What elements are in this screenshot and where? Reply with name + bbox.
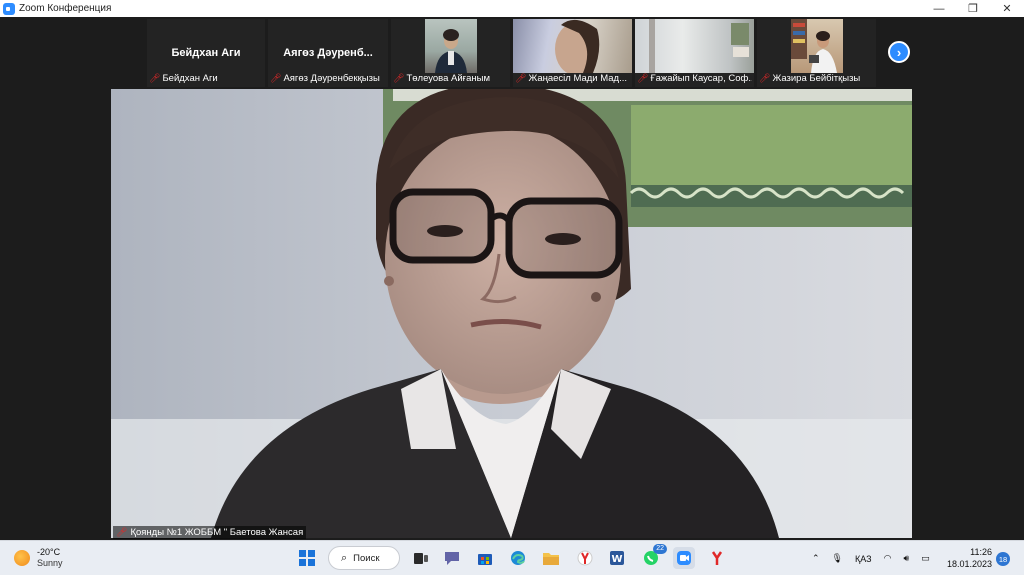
language-indicator[interactable]: ҚАЗ	[855, 554, 872, 564]
yandex-button[interactable]	[706, 547, 728, 569]
participant-tile[interactable]: 🎤︎ Ғажайып Каусар, Соф...	[635, 19, 754, 87]
battery-icon[interactable]: ▭	[921, 553, 930, 564]
folder-icon	[543, 553, 559, 565]
participant-label: 🎤︎ Бейдхан Аги	[149, 72, 263, 85]
start-button[interactable]	[296, 547, 318, 569]
windows-logo-icon	[299, 550, 315, 566]
weather-widget[interactable]: -20°C Sunny	[14, 547, 63, 569]
mic-muted-icon: 🎤︎	[116, 527, 128, 537]
active-speaker-video[interactable]	[111, 89, 912, 538]
edge-button[interactable]	[507, 547, 529, 569]
participant-name: Төлеуова Айғаным	[406, 73, 491, 84]
mic-muted-icon: 🎤︎	[149, 73, 161, 83]
person-silhouette	[791, 19, 837, 73]
search-icon: ⌕	[341, 551, 348, 564]
taskbar-search[interactable]: ⌕ Поиск	[328, 546, 400, 570]
zoom-icon	[677, 551, 691, 565]
whatsapp-button[interactable]: 22	[640, 544, 667, 569]
task-view-icon	[414, 553, 428, 564]
participant-name-large: Аягөз Дәуренб...	[283, 47, 373, 59]
participant-label: 🎤︎ Ғажайып Каусар, Соф...	[637, 72, 752, 85]
yandex-browser-button[interactable]	[574, 547, 596, 569]
next-page-button[interactable]: ›	[888, 41, 910, 63]
taskbar-clock[interactable]: 11:26 18.01.2023	[947, 546, 992, 570]
teams-chat-button[interactable]	[441, 547, 463, 569]
store-icon	[478, 554, 492, 565]
search-label: Поиск	[353, 552, 380, 564]
notification-badge[interactable]: 18	[996, 552, 1010, 566]
edge-icon	[511, 551, 525, 565]
wifi-icon[interactable]: ◠	[884, 553, 892, 564]
participant-label: 🎤︎ Жазира Бейбітқызы	[759, 72, 874, 85]
mic-muted-icon: 🎤︎	[759, 73, 771, 83]
participant-video	[513, 19, 632, 73]
zoom-taskbar-button[interactable]	[673, 547, 695, 569]
person-silhouette	[435, 29, 467, 73]
window-title: Zoom Конференция	[19, 3, 112, 14]
chevron-up-icon[interactable]: ⌃	[812, 553, 820, 564]
window-controls: — ❐ ✕	[922, 0, 1024, 17]
clock-time: 11:26	[970, 547, 992, 557]
yandex-icon	[577, 550, 593, 566]
word-button[interactable]: W	[606, 547, 628, 569]
microphone-icon[interactable]: 🎙︎	[832, 553, 843, 564]
participant-label: 🎤︎ Жаңаесіл Мади Мад...	[515, 72, 630, 85]
close-button[interactable]: ✕	[990, 0, 1024, 17]
video-frame	[111, 89, 912, 538]
minimize-button[interactable]: —	[922, 0, 956, 17]
participant-name: Ғажайып Каусар, Соф...	[650, 73, 752, 84]
mic-muted-icon: 🎤︎	[515, 73, 527, 83]
weather-text: -20°C Sunny	[37, 547, 63, 569]
participant-tile[interactable]: 🎤︎ Төлеуова Айғаным	[391, 19, 510, 87]
windows-taskbar: -20°C Sunny ⌕ Поиск W 22 ⌃ 🎙︎ ҚАЗ ◠ 🔊︎ ▭…	[0, 540, 1024, 575]
active-speaker-name: Қоянды №1 ЖОББМ " Баетова Жансая	[130, 527, 304, 538]
participant-label: 🎤︎ Аягөз Дәуренбекқызы	[270, 72, 386, 85]
participant-video	[425, 19, 477, 73]
chevron-right-icon: ›	[896, 44, 902, 60]
zoom-window: Zoom Конференция — ❐ ✕ Бейдхан Аги 🎤︎ Бе…	[0, 0, 1024, 575]
participant-video	[635, 19, 754, 73]
svg-text:W: W	[611, 554, 622, 565]
participant-name: Бейдхан Аги	[162, 73, 218, 84]
volume-icon[interactable]: 🔊︎	[903, 553, 909, 564]
participant-name: Аягөз Дәуренбекқызы	[283, 73, 380, 84]
participant-name-large: Бейдхан Аги	[171, 47, 241, 59]
participant-tile[interactable]: Бейдхан Аги 🎤︎ Бейдхан Аги	[147, 19, 265, 87]
participant-name: Жаңаесіл Мади Мад...	[528, 73, 628, 84]
person-silhouette	[555, 19, 600, 73]
word-icon: W	[610, 551, 624, 565]
yandex-y-icon	[711, 551, 723, 565]
task-view-button[interactable]	[410, 547, 432, 569]
weather-temp: -20°C	[37, 547, 61, 557]
participant-tile[interactable]: 🎤︎ Жазира Бейбітқызы	[757, 19, 876, 87]
sun-icon	[14, 550, 30, 566]
active-speaker-label: 🎤︎ Қоянды №1 ЖОББМ " Баетова Жансая	[113, 526, 307, 539]
store-button[interactable]	[474, 547, 496, 569]
participant-video	[791, 19, 843, 73]
mic-muted-icon: 🎤︎	[393, 73, 405, 83]
mic-muted-icon: 🎤︎	[270, 73, 282, 83]
restore-button[interactable]: ❐	[956, 0, 990, 17]
whatsapp-unread-badge: 22	[653, 544, 667, 554]
zoom-logo-icon	[3, 2, 15, 15]
title-bar: Zoom Конференция — ❐ ✕	[0, 0, 1024, 17]
participant-name: Жазира Бейбітқызы	[772, 73, 861, 84]
clock-date: 18.01.2023	[946, 559, 992, 569]
chat-icon	[445, 552, 459, 565]
system-tray: ⌃ 🎙︎ ҚАЗ ◠ 🔊︎ ▭	[812, 541, 930, 575]
participant-tile[interactable]: 🎤︎ Жаңаесіл Мади Мад...	[513, 19, 632, 87]
gallery-strip: Бейдхан Аги 🎤︎ Бейдхан Аги Аягөз Дәуренб…	[0, 17, 1024, 88]
mic-muted-icon: 🎤︎	[637, 73, 649, 83]
participant-label: 🎤︎ Төлеуова Айғаным	[393, 72, 508, 85]
file-explorer-button[interactable]	[540, 547, 562, 569]
background-shapes	[649, 19, 749, 73]
participant-tile[interactable]: Аягөз Дәуренб... 🎤︎ Аягөз Дәуренбекқызы	[268, 19, 388, 87]
weather-condition: Sunny	[37, 558, 63, 568]
